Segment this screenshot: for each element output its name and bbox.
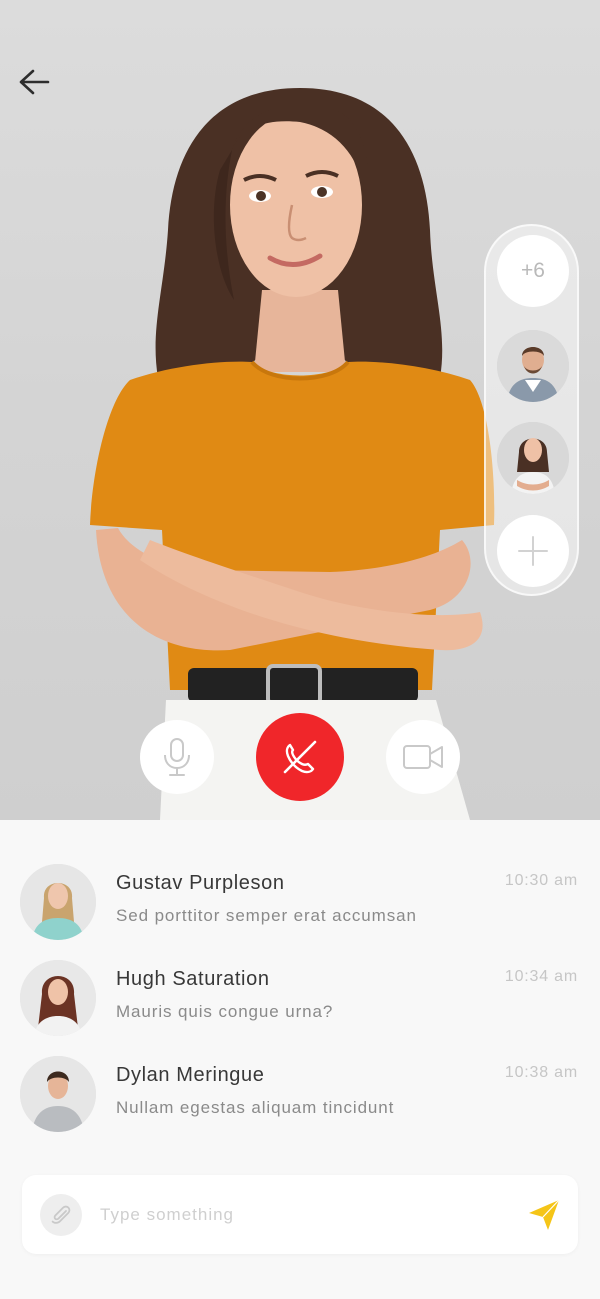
list-item[interactable]: Gustav Purpleson Sed porttitor semper er… bbox=[0, 864, 600, 944]
more-participants-button[interactable]: +6 bbox=[497, 235, 569, 307]
message-time: 10:30 am bbox=[504, 872, 578, 889]
message-preview: Sed porttitor semper erat accumsan bbox=[116, 906, 417, 925]
back-button[interactable] bbox=[12, 62, 56, 102]
message-input[interactable] bbox=[100, 1197, 500, 1233]
mute-microphone-button[interactable] bbox=[140, 720, 214, 794]
phone-slash-icon bbox=[283, 740, 317, 774]
sender-name: Gustav Purpleson bbox=[116, 872, 285, 894]
more-participants-count: +6 bbox=[521, 259, 545, 282]
end-call-button[interactable] bbox=[256, 713, 344, 801]
avatar bbox=[20, 960, 96, 1036]
paperclip-icon bbox=[51, 1205, 71, 1224]
sender-name: Dylan Meringue bbox=[116, 1064, 265, 1086]
participant-avatar bbox=[497, 422, 569, 494]
participants-rail: +6 bbox=[484, 224, 579, 596]
list-item[interactable]: Dylan Meringue Nullam egestas aliquam ti… bbox=[0, 1056, 600, 1136]
message-preview: Nullam egestas aliquam tincidunt bbox=[116, 1098, 395, 1117]
video-feed: +6 bbox=[0, 0, 600, 820]
paper-plane-icon bbox=[529, 1199, 560, 1230]
message-time: 10:34 am bbox=[504, 968, 578, 985]
message-composer bbox=[22, 1175, 578, 1254]
participant-thumbnail[interactable] bbox=[497, 422, 569, 494]
microphone-icon bbox=[164, 738, 190, 776]
list-item[interactable]: Hugh Saturation Mauris quis congue urna?… bbox=[0, 960, 600, 1040]
arrow-left-icon bbox=[19, 69, 50, 95]
send-button[interactable] bbox=[524, 1195, 564, 1235]
plus-icon bbox=[518, 536, 548, 566]
chat-messages: Gustav Purpleson Sed porttitor semper er… bbox=[0, 820, 600, 1299]
participant-thumbnail[interactable] bbox=[497, 330, 569, 402]
toggle-camera-button[interactable] bbox=[386, 720, 460, 794]
avatar bbox=[20, 864, 96, 940]
participant-avatar bbox=[497, 330, 569, 402]
attach-button[interactable] bbox=[40, 1194, 82, 1236]
message-preview: Mauris quis congue urna? bbox=[116, 1002, 334, 1021]
message-time: 10:38 am bbox=[504, 1064, 578, 1081]
add-participant-button[interactable] bbox=[497, 515, 569, 587]
video-camera-icon bbox=[403, 745, 443, 769]
avatar bbox=[20, 1056, 96, 1132]
sender-name: Hugh Saturation bbox=[116, 968, 270, 990]
